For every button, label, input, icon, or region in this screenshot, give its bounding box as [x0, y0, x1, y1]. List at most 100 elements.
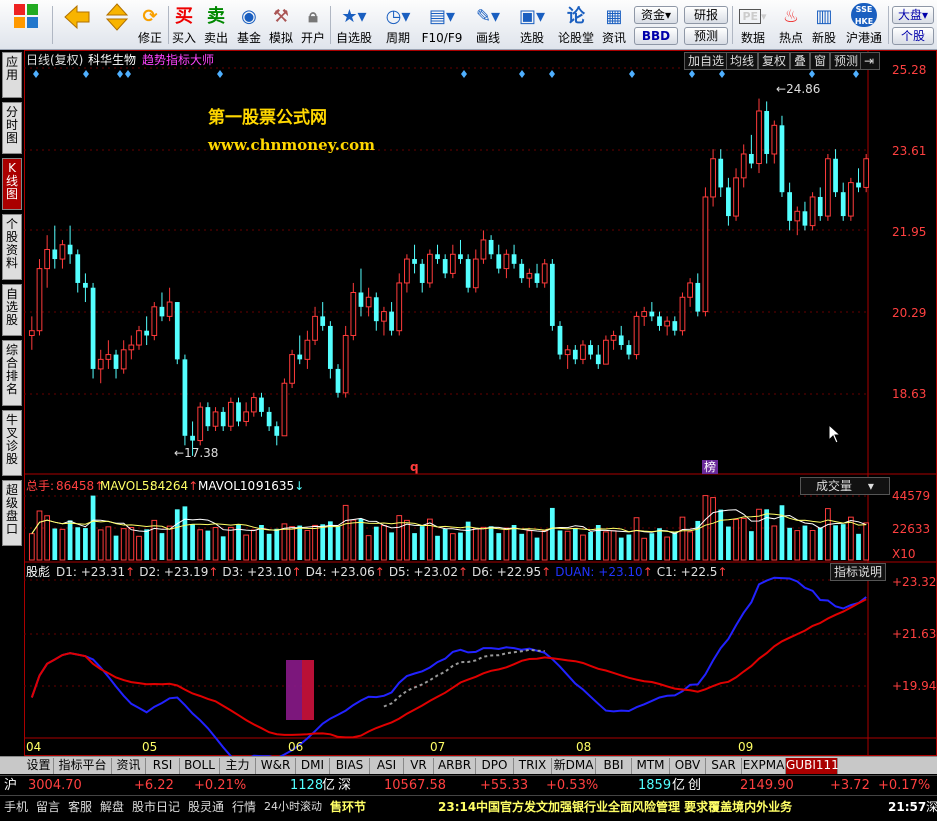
expand-icon[interactable]: ⇥: [860, 52, 880, 70]
indicator-tab[interactable]: OBV: [670, 758, 706, 774]
add-watchlist-button[interactable]: 加自选: [684, 52, 729, 70]
indicator-axis-label: +19.94: [892, 679, 937, 693]
arrow-down-icon[interactable]: [102, 17, 132, 31]
status-analysis[interactable]: 解盘: [100, 799, 124, 815]
chart-area[interactable]: 日线(复权) 科华生物 趋势指标大师 加自选 均线 复权 叠 窗 预测 ⇥ 第一…: [24, 50, 937, 756]
sell-button[interactable]: 卖 卖出: [202, 3, 230, 47]
indicator-tab[interactable]: EXPMA: [742, 758, 786, 774]
overlay-button[interactable]: 叠: [790, 52, 811, 70]
window-button[interactable]: 窗: [810, 52, 831, 70]
indicator-tab[interactable]: BBI: [596, 758, 632, 774]
left-tab-ranking[interactable]: 综合排名: [2, 340, 22, 406]
volume-bar: [220, 536, 226, 560]
news-ticker[interactable]: 中国官方发文加强银行业全面风险管理 要求覆盖境内外业务: [476, 799, 792, 815]
candle-body: [641, 311, 648, 317]
status-diary[interactable]: 股市日记: [132, 799, 180, 815]
sh-index-value[interactable]: 3004.70: [28, 778, 82, 794]
status-message[interactable]: 留言: [36, 799, 60, 815]
adjust-button[interactable]: 复权: [758, 52, 791, 70]
sz-index-value[interactable]: 10567.58: [384, 778, 446, 794]
watchlist-button[interactable]: ★▾ 自选股: [334, 3, 374, 47]
bbd-button[interactable]: BBD: [634, 27, 678, 45]
main-toolbar: ⟳ 修正 买 买入 卖 卖出 ◉ 基金 ⚒ 模拟 🔒︎ 开户 ★▾ 自选股 ◷▾…: [0, 0, 937, 50]
capital-button[interactable]: 资金▾: [634, 6, 678, 24]
indicator-tab[interactable]: BIAS: [330, 758, 370, 774]
indicator-tab[interactable]: 资讯: [112, 758, 146, 774]
candle-body: [756, 110, 762, 165]
candle-body: [190, 435, 195, 441]
forecast-chart-button[interactable]: 预测: [830, 52, 863, 70]
indicator-tab[interactable]: RSI: [146, 758, 180, 774]
cy-index-value[interactable]: 2149.90: [740, 778, 794, 794]
stock-pick-button[interactable]: ▣▾ 选股: [512, 3, 552, 47]
news-button[interactable]: ▦ 资讯: [598, 3, 630, 47]
candle-body: [166, 301, 173, 317]
left-tab-watchlist[interactable]: 自选股: [2, 284, 22, 336]
indicator-help-button[interactable]: 指标说明: [830, 563, 887, 581]
status-service[interactable]: 客服: [68, 799, 92, 815]
kline-chart-svg[interactable]: [24, 50, 937, 756]
indicator-tab[interactable]: TRIX: [514, 758, 552, 774]
app-logo[interactable]: [4, 3, 48, 47]
simulate-button[interactable]: ⚒ 模拟: [266, 3, 296, 47]
f10-button[interactable]: ▤▾ F10/F9: [420, 3, 464, 47]
mouse-cursor-icon: [828, 424, 842, 444]
volume-bar: [580, 534, 586, 561]
forum-button[interactable]: 论 论股堂: [556, 3, 596, 47]
indicator-tab[interactable]: W&R: [256, 758, 296, 774]
open-account-button[interactable]: 🔒︎ 开户: [298, 3, 328, 47]
status-quotes[interactable]: 行情: [232, 799, 256, 815]
bang-marker[interactable]: 榜: [702, 460, 719, 474]
indicator-tab[interactable]: 设置: [24, 758, 54, 774]
indicator-tab[interactable]: ARBR: [434, 758, 476, 774]
market-main-button[interactable]: 大盘▾: [892, 6, 934, 24]
indicator-tab[interactable]: GUBI111: [786, 758, 839, 774]
draw-line-button[interactable]: ✎▾ 画线: [468, 3, 508, 47]
volume-indicator-select[interactable]: 成交量 ▾: [800, 477, 890, 495]
left-tab-kline[interactable]: K线图: [2, 158, 22, 210]
indicator-tab[interactable]: VR: [404, 758, 434, 774]
candle-body: [633, 315, 640, 356]
research-button[interactable]: 研报: [684, 6, 728, 24]
indicator-tab[interactable]: 新DMA: [552, 758, 596, 774]
candle-body: [144, 330, 150, 336]
hk-connect-button[interactable]: SSE HKE 沪港通: [842, 3, 886, 47]
forecast-button[interactable]: 预测: [684, 27, 728, 45]
indicator-tab[interactable]: BOLL: [180, 758, 220, 774]
candle-body: [733, 177, 739, 217]
indicator-tab[interactable]: MTM: [632, 758, 670, 774]
data-button[interactable]: PE ▾ 数据: [734, 3, 772, 47]
indicator-tab[interactable]: DPO: [476, 758, 514, 774]
candle-body: [802, 211, 808, 226]
volume-bar: [52, 528, 58, 560]
fund-button[interactable]: ◉ 基金: [234, 3, 264, 47]
candle-body: [833, 158, 838, 193]
indicator-tab[interactable]: SAR: [706, 758, 742, 774]
indicator-tab[interactable]: ASI: [370, 758, 404, 774]
hot-button[interactable]: ♨ 热点: [776, 3, 806, 47]
back-button[interactable]: [60, 3, 94, 47]
left-tab-super-quote[interactable]: 超级盘口: [2, 480, 22, 546]
left-tab-intraday[interactable]: 分时图: [2, 102, 22, 154]
volume-bar: [312, 524, 318, 561]
candle-body: [679, 296, 686, 332]
arrow-up-icon[interactable]: [102, 3, 132, 17]
buy-button[interactable]: 买 买入: [170, 3, 198, 47]
new-stock-button[interactable]: ▥ 新股: [808, 3, 840, 47]
fix-button[interactable]: ⟳ 修正: [134, 3, 166, 47]
left-tab-stock-info[interactable]: 个股资料: [2, 214, 22, 280]
status-stock-link[interactable]: 股灵通: [188, 799, 224, 815]
left-tab-apps[interactable]: 应用: [2, 52, 22, 98]
indicator-tab[interactable]: DMI: [296, 758, 330, 774]
moving-average-button[interactable]: 均线: [726, 52, 759, 70]
indicator-tab[interactable]: 指标平台: [54, 758, 112, 774]
period-button[interactable]: ◷▾ 周期: [378, 3, 418, 47]
candle-body: [174, 302, 180, 360]
prev-next-buttons[interactable]: [102, 3, 132, 47]
market-sub-button[interactable]: 个股: [892, 27, 934, 45]
status-sales[interactable]: 售环节: [330, 799, 366, 815]
left-tab-diagnosis[interactable]: 牛叉诊股: [2, 410, 22, 476]
status-rolling-news[interactable]: 24小时滚动: [264, 799, 322, 815]
status-mobile[interactable]: 手机: [4, 799, 28, 815]
indicator-tab[interactable]: 主力: [220, 758, 256, 774]
